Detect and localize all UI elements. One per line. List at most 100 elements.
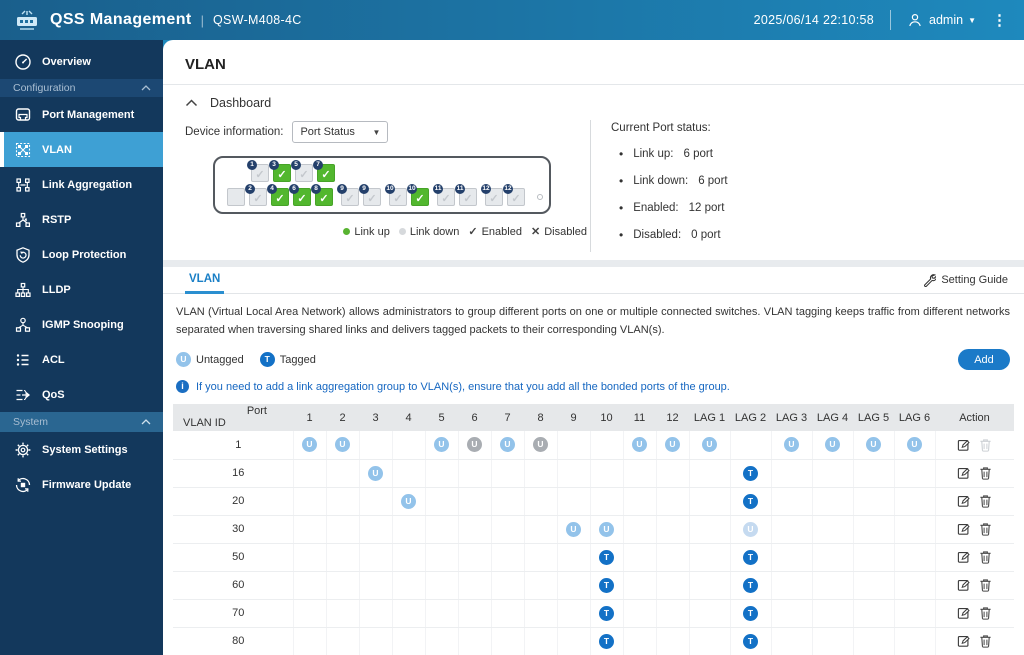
delete-button[interactable] [979,550,992,564]
membership-cell [359,543,393,572]
enabled-check-icon: ✓ [319,193,329,205]
untagged-badge: U [434,437,449,453]
port-number-badge: 1 [247,160,257,170]
membership-cell [458,627,492,655]
sidebar-item-port-management[interactable]: Port Management [0,97,163,132]
untagged-badge: U [866,437,881,453]
more-menu-icon[interactable]: ⋮ [992,11,1008,29]
membership-cell [458,599,492,628]
edit-button[interactable] [957,550,971,564]
membership-cell: U [730,515,772,544]
membership-cell: T [730,571,772,600]
table-row: 16 U T [173,459,1014,488]
sidebar-item-vlan[interactable]: VLAN [0,132,163,167]
sidebar-item-igmp-snooping[interactable]: IGMP Snooping [0,307,163,342]
membership-cell: U [392,487,426,516]
sidebar-item-overview[interactable]: Overview [0,44,163,79]
table-row: 30 U U U [173,515,1014,544]
edit-button[interactable] [957,522,971,536]
membership-cell [293,487,327,516]
legend-item: ✕ Disabled [530,225,587,239]
membership-cell [524,515,558,544]
membership-cell [293,459,327,488]
tab-vlan[interactable]: VLAN [185,267,225,294]
membership-cell: T [730,599,772,628]
tagged-badge: T [743,605,758,621]
legend-dot-icon [343,228,351,235]
membership-cell [689,571,731,600]
vlan-id-cell: 16 [173,459,294,488]
untagged-badge: U [632,437,647,453]
delete-button[interactable] [979,438,992,452]
edit-button[interactable] [957,606,971,620]
table-row: 20 U T [173,487,1014,516]
untagged-badge-icon: U [176,352,191,368]
sidebar: Overview Configuration Port Management V… [0,40,163,655]
header-separator: | [200,12,205,28]
sidebar-item-firmware-update[interactable]: Firmware Update [0,467,163,502]
sidebar-item-loop-protection[interactable]: Loop Protection [0,237,163,272]
membership-cell [656,459,690,488]
membership-cell [326,487,360,516]
membership-cell: T [590,571,624,600]
membership-cell [894,571,936,600]
status-item: • Link up: 6 port [619,147,713,161]
dashboard-title: Dashboard [210,96,272,110]
collapse-chevron-icon[interactable] [185,99,198,107]
delete-button[interactable] [979,634,992,648]
delete-button[interactable] [979,494,992,508]
delete-button[interactable] [979,522,992,536]
edit-button[interactable] [957,438,971,452]
corner-header: Port VLAN ID [173,404,293,432]
delete-button[interactable] [979,606,992,620]
sidebar-item-lldp[interactable]: LLDP [0,272,163,307]
status-item: • Link down: 6 port [619,174,728,188]
table-row: 50 T T [173,543,1014,572]
sidebar-section-system[interactable]: System [0,412,163,432]
app-header: QSS Management | QSW-M408-4C 2025/06/14 … [0,0,1024,40]
delete-button[interactable] [979,578,992,592]
membership-cell [458,487,492,516]
membership-cell [894,515,936,544]
membership-cell [771,459,813,488]
blank-port [227,188,245,206]
device-information-select[interactable]: Port Status ▼ [292,121,389,143]
setting-guide-button[interactable]: Setting Guide [922,273,1008,287]
membership-cell [557,571,591,600]
enabled-check-icon: ✓ [415,193,425,205]
sidebar-item-acl[interactable]: ACL [0,342,163,377]
membership-cell [590,431,624,460]
sidebar-item-rstp[interactable]: RSTP [0,202,163,237]
sidebar-item-qos[interactable]: QoS [0,377,163,412]
membership-cell [853,515,895,544]
edit-button[interactable] [957,578,971,592]
membership-cell: T [590,627,624,655]
sidebar-section-configuration[interactable]: Configuration [0,79,163,97]
gear-icon [15,442,31,457]
enabled-check-icon: ✓ [489,193,499,205]
sidebar-item-system-settings[interactable]: System Settings [0,432,163,467]
link-aggregation-icon [16,177,30,192]
datetime: 2025/06/14 22:10:58 [753,13,875,27]
membership-cell: T [730,459,772,488]
port-number-badge: 6 [289,184,299,194]
membership-cell [590,459,624,488]
membership-cell [524,543,558,572]
membership-cell: T [730,543,772,572]
sidebar-item-link-aggregation[interactable]: Link Aggregation [0,167,163,202]
user-menu[interactable]: admin ▼ [907,12,976,28]
column-header: 5 [425,404,458,432]
switch-port-11: 11 ✓ [433,184,455,206]
membership-cell: U [425,431,459,460]
delete-button[interactable] [979,466,992,480]
membership-cell: U [326,431,360,460]
tab-bar: VLAN Setting Guide [163,267,1024,294]
edit-button[interactable] [957,634,971,648]
edit-button[interactable] [957,494,971,508]
untagged-badge: U [335,437,350,453]
edit-button[interactable] [957,466,971,480]
dashboard-panel: Dashboard Device information: Port Statu… [163,85,1024,267]
add-button[interactable]: Add [958,349,1010,371]
membership-cell [326,515,360,544]
membership-cell [557,627,591,655]
